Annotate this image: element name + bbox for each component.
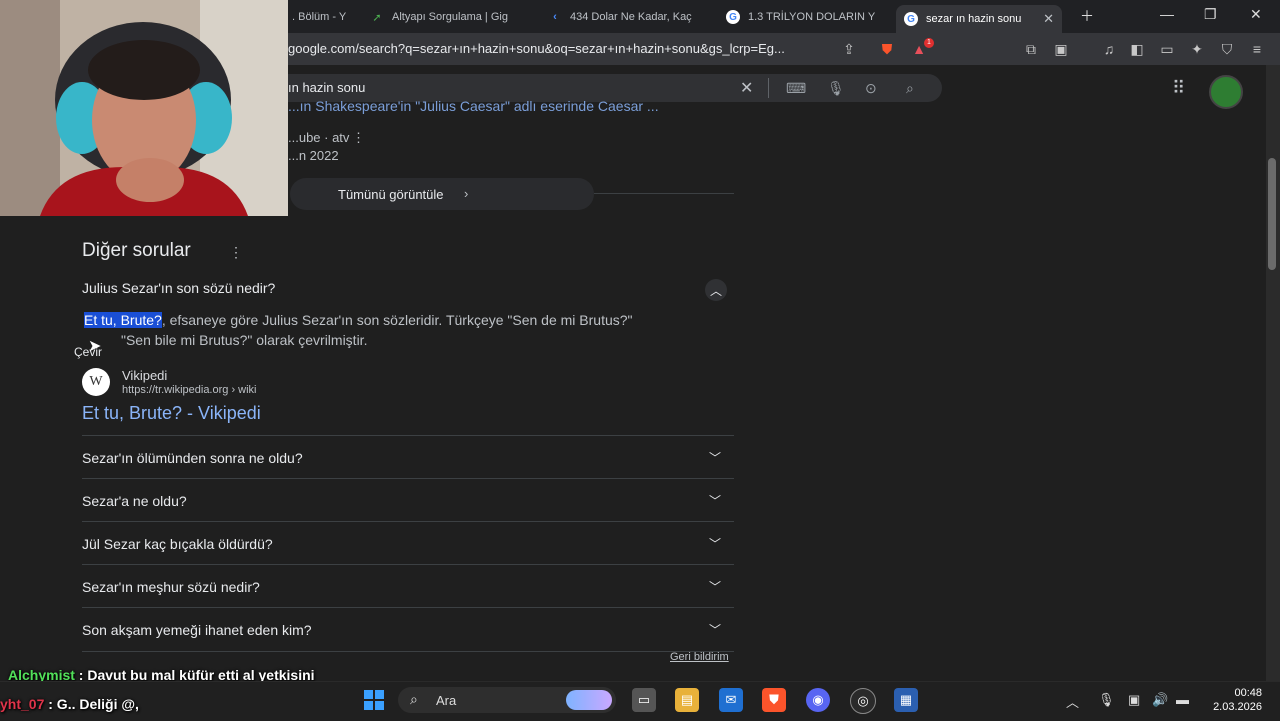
video-date: ...n 2022 [288,148,339,163]
video-meta: ...ube · atv [288,130,350,145]
webcam-overlay [0,0,288,216]
answer-highlight: Et tu, Brute? [84,312,162,328]
close-tab-icon[interactable]: ✕ [1033,11,1054,27]
video-title[interactable]: ...ın Shakespeare'in "Julius Caesar" adl… [288,98,659,114]
calculator-icon[interactable]: ▦ [894,688,918,712]
paa-question[interactable]: Sezar'a ne oldu? ﹀ [82,478,734,522]
divider [768,78,769,98]
source-url[interactable]: https://tr.wikipedia.org › wiki [122,384,257,396]
chevron-down-icon[interactable]: ﹀ [704,576,726,598]
file-explorer-icon[interactable]: ▤ [675,688,699,712]
search-input[interactable]: ın hazin sonu [288,80,365,95]
wallet-icon[interactable]: ▭ [1158,40,1176,58]
chevron-down-icon[interactable]: ﹀ [704,533,726,555]
paa-question[interactable]: Jül Sezar kaç bıçakla öldürdü? ﹀ [82,521,734,565]
microphone-icon[interactable]: 🎙 [827,80,845,97]
webcam-feed [0,0,288,216]
lens-icon[interactable]: ⊙ [865,80,877,97]
url-field[interactable]: google.com/search?q=sezar+ın+hazin+sonu&… [288,41,785,56]
chevron-right-icon: › [464,186,469,201]
new-tab-icon[interactable]: ＋ [1080,6,1094,26]
vpn-icon[interactable]: ⛉ [1218,40,1236,58]
tab-3[interactable]: ‹ 434 Dolar Ne Kadar, Kaç [548,5,708,29]
chevron-down-icon[interactable]: ﹀ [704,447,726,469]
brave-shield-icon[interactable]: ⛊ [878,40,896,58]
tray-chevron-icon[interactable]: ︿ [1066,692,1079,711]
tab-active[interactable]: G sezar ın hazin sonu ✕ [896,5,1062,33]
minimize-icon[interactable]: — [1160,6,1174,22]
alert-badge: 1 [924,38,934,48]
feedback-link[interactable]: Geri bildirim [670,651,729,663]
clock-date[interactable]: 2.03.2026 [1206,701,1262,713]
mail-icon[interactable]: ✉ [719,688,743,712]
view-all-label: Tümünü görüntüle [338,187,444,202]
paa-question[interactable]: Sezar'ın meşhur sözü nedir? ﹀ [82,564,734,608]
chevron-down-icon[interactable]: ﹀ [704,619,726,641]
menu-icon[interactable]: ≡ [1248,40,1266,58]
chevron-down-icon[interactable]: ﹀ [704,490,726,512]
obs-icon[interactable]: ◎ [850,688,876,714]
answer-text-2: "Sen bile mi Brutus?" olarak çevrilmişti… [121,332,368,348]
discord-icon[interactable]: ◉ [806,688,830,712]
paa-answer: Et tu, Brute?, efsaneye göre Julius Seza… [84,312,633,328]
tab-2[interactable]: ➚ Altyapı Sorgulama | Gig [370,5,530,29]
keyboard-icon[interactable]: ⌨ [786,80,806,97]
paa-heading: Diğer sorular [82,240,191,261]
volume-icon[interactable]: 🔊 [1152,692,1168,708]
brave-icon[interactable]: ⛊ [762,688,786,712]
tab-1[interactable]: . Bölüm - Y [292,5,362,29]
chevron-up-icon[interactable]: ︿ [705,279,727,301]
search-icon[interactable]: ⌕ [906,80,914,97]
chat-username: yht_07 [0,696,45,712]
mouse-cursor-icon: ➤ [88,338,102,355]
extensions-icon[interactable]: ⧉ [1022,40,1040,58]
restore-icon[interactable]: ❐ [1204,6,1217,23]
wikipedia-icon: W [82,368,110,396]
divider [594,193,734,194]
paa-question[interactable]: Son akşam yemeği ihanet eden kim? ﹀ [82,607,734,652]
close-window-icon[interactable]: ✕ [1250,6,1262,23]
taskbar-search-placeholder: Ara [436,693,457,708]
windows-start-icon[interactable] [362,688,386,712]
clear-icon[interactable]: ✕ [740,78,753,98]
scrollbar-thumb[interactable] [1268,158,1276,270]
more-options-icon[interactable]: ⋮ [352,130,365,146]
battery-icon[interactable]: ▬ [1176,692,1189,707]
task-view-icon[interactable]: ▭ [632,688,656,712]
network-icon[interactable]: ▣ [1128,692,1140,708]
source-name[interactable]: Vikipedi [122,368,167,383]
chat-text: : G.. Deliği @, [44,696,139,712]
paa-question-expanded[interactable]: Julius Sezar'ın son sözü nedir? [82,280,275,296]
chat-message: yht_07 : G.. Deliği @, [0,696,139,712]
clock-time[interactable]: 00:48 [1218,687,1262,699]
answer-text-1: , efsaneye göre Julius Sezar'ın son sözl… [161,312,633,328]
search-highlight-image [566,690,612,710]
search-icon: ⌕ [410,691,418,707]
apps-grid-icon[interactable]: ⠿ [1172,78,1185,99]
share-icon[interactable]: ⇪ [840,40,858,58]
leo-ai-icon[interactable]: ✦ [1188,40,1206,58]
avatar[interactable] [1209,75,1243,109]
google-icon: G [904,12,918,26]
sidebar-icon[interactable]: ◧ [1128,40,1146,58]
microphone-icon[interactable]: 🎙 [1098,692,1115,708]
media-icon[interactable]: ♫ [1100,40,1118,58]
source-title-link[interactable]: Et tu, Brute? - Vikipedi [82,403,261,424]
google-icon: G [726,10,740,24]
paa-question[interactable]: Sezar'ın ölümünden sonra ne oldu? ﹀ [82,435,734,479]
screenshot-icon[interactable]: ▣ [1052,40,1070,58]
kolay-icon: ‹ [553,11,557,23]
tab-4[interactable]: G 1.3 TRİLYON DOLARIN Y [726,5,886,29]
more-options-icon[interactable]: ⋮ [229,244,243,261]
gigabit-icon: ➚ [372,11,382,24]
